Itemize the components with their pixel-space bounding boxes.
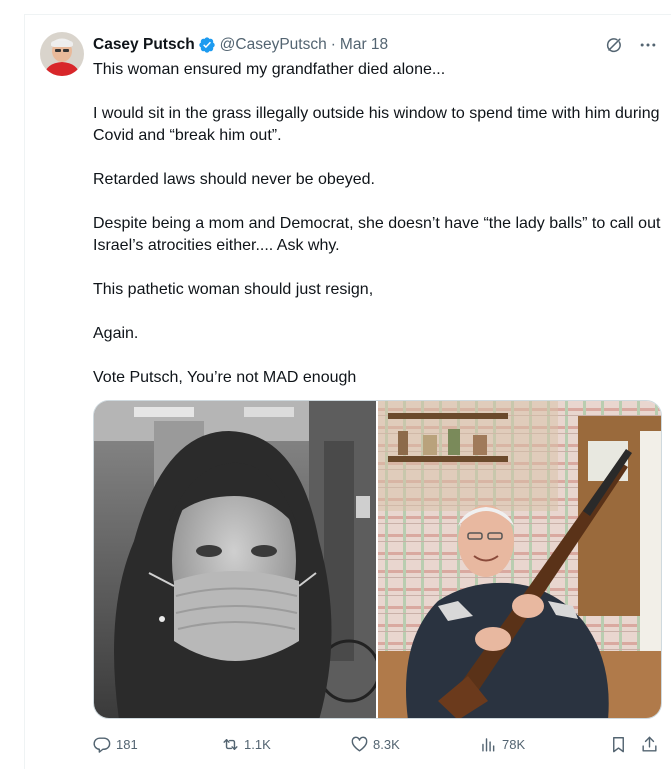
verified-badge-icon (198, 36, 216, 54)
tweet-paragraph: Vote Putsch, You’re not MAD enough (93, 369, 357, 386)
media-grid (93, 400, 662, 719)
tweet-date[interactable]: Mar 18 (340, 36, 388, 54)
bookmark-button[interactable] (609, 735, 628, 754)
repost-count: 1.1K (244, 736, 271, 752)
share-icon (642, 736, 657, 752)
views-button[interactable]: 78K (479, 735, 525, 754)
more-icon[interactable] (637, 34, 659, 56)
header-actions (603, 34, 659, 56)
views-icon (482, 737, 495, 752)
photo-masked-woman[interactable] (94, 401, 376, 718)
tweet-paragraph: I would sit in the grass illegally outsi… (93, 105, 660, 144)
tweet-paragraph: Again. (93, 325, 139, 342)
grok-icon[interactable] (603, 34, 625, 56)
author-handle[interactable]: @CaseyPutsch (220, 36, 327, 54)
like-count: 8.3K (373, 736, 400, 752)
repost-icon (223, 738, 238, 750)
heart-icon (351, 736, 368, 752)
tweet-paragraph: Despite being a mom and Democrat, she do… (93, 215, 661, 254)
tweet-paragraph: Retarded laws should never be obeyed. (93, 171, 375, 188)
tweet-text: This woman ensured my grandfather died a… (93, 59, 661, 389)
separator-dot: · (330, 36, 336, 53)
tweet-header: Casey Putsch @CaseyPutsch · Mar 18 (93, 34, 659, 56)
reply-button[interactable]: 181 (93, 735, 138, 754)
bookmark-icon (613, 736, 624, 752)
photo-elderly-man-with-rifle[interactable] (378, 401, 661, 718)
tweet-paragraph: This woman ensured my grandfather died a… (93, 61, 446, 78)
tweet-paragraph: This pathetic woman should just resign, (93, 281, 374, 298)
reply-icon (93, 736, 111, 753)
views-count: 78K (502, 736, 526, 752)
avatar[interactable] (40, 32, 84, 76)
repost-button[interactable]: 1.1K (221, 735, 271, 754)
share-button[interactable] (640, 735, 659, 754)
author-name[interactable]: Casey Putsch (93, 36, 195, 54)
like-button[interactable]: 8.3K (350, 735, 400, 754)
action-bar: 181 1.1K 8.3K 78K (93, 732, 661, 756)
reply-count: 181 (116, 736, 138, 752)
tweet[interactable]: Casey Putsch @CaseyPutsch · Mar 18 This … (24, 15, 671, 769)
